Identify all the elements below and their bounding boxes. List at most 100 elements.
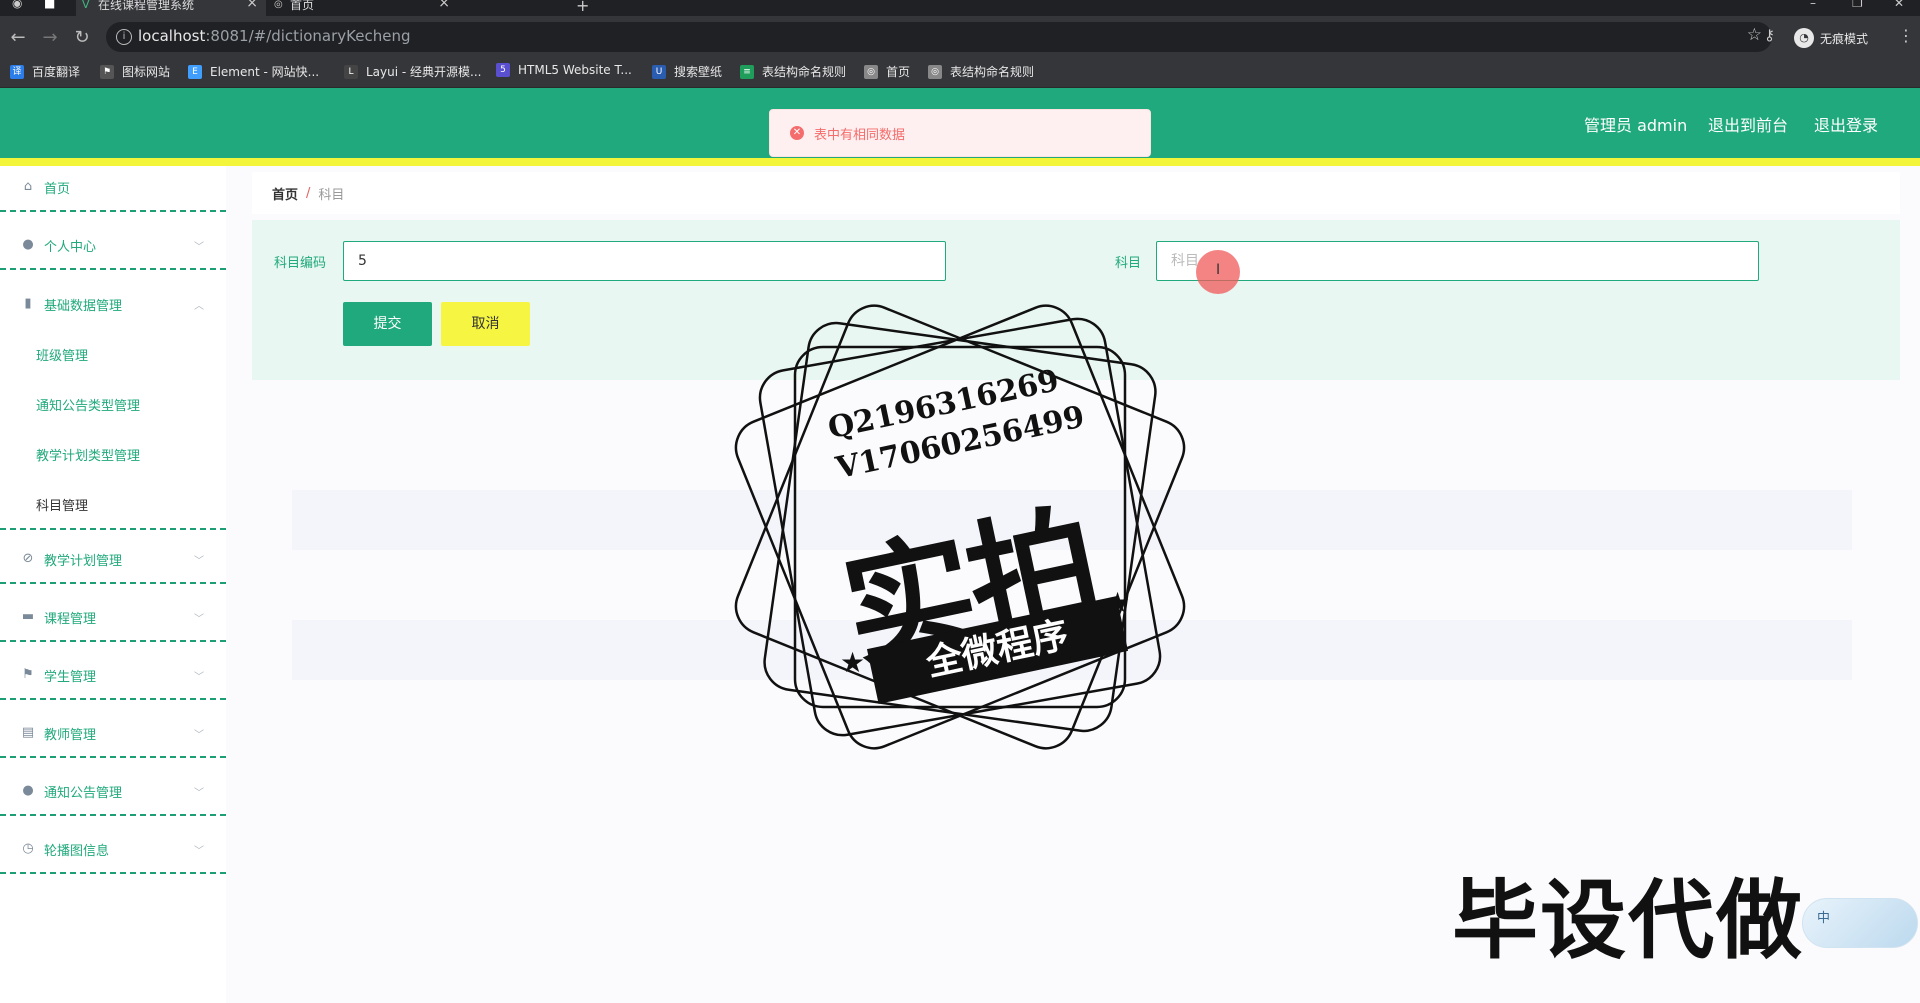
ime-mode-indicator: 中 — [1817, 911, 1831, 926]
bookmark-label: Layui - 经典开源模... — [366, 65, 482, 79]
sidebar-item-label: 基础数据管理 — [44, 298, 123, 314]
window-close-icon[interactable]: ✕ — [1894, 0, 1904, 10]
toast-message: 表中有相同数据 — [814, 127, 906, 143]
bookmark-label: 首页 — [886, 65, 911, 79]
click-indicator: I — [1196, 250, 1240, 294]
watermark-stamp: ★ ★ Q2196316269 V17060256499 实拍 全微程序 — [725, 292, 1195, 762]
browser-toolbar: ← → ↻ i localhost:8081/#/dictionaryKeche… — [0, 16, 1920, 62]
bookmark-item[interactable]: U 搜索壁纸 — [652, 63, 722, 80]
subject-code-input[interactable]: 5 — [343, 241, 946, 281]
plan-icon: ⊘ — [22, 551, 34, 566]
submenu-item-plan-type[interactable]: 教学计划类型管理 — [36, 445, 140, 464]
sidebar-item-student[interactable]: ⚑ 学生管理 ﹀ — [0, 652, 226, 700]
tab-course-system[interactable]: V 在线课程管理系统 × — [76, 0, 266, 16]
chrome-logo-icon: ◉ — [12, 0, 23, 10]
bookmark-item[interactable]: L Layui - 经典开源模... — [344, 63, 481, 80]
flag-icon: ⚑ — [22, 667, 34, 682]
submit-button[interactable]: 提交 — [343, 302, 432, 346]
chevron-down-icon: ﹀ — [194, 555, 204, 567]
globe-icon: ◎ — [864, 64, 878, 79]
url-path: :8081/#/dictionaryKecheng — [205, 27, 411, 45]
sidebar-item-label: 个人中心 — [44, 239, 97, 255]
globe-icon: ◎ — [928, 64, 942, 79]
home-icon: ⌂ — [23, 179, 33, 194]
chevron-down-icon: ﹀ — [194, 671, 204, 683]
incognito-profile[interactable]: ◔ 无痕模式 — [1794, 24, 1868, 52]
sidebar-item-teacher[interactable]: ▤ 教师管理 ﹀ — [0, 710, 226, 758]
sidebar-item-teaching-plan[interactable]: ⊘ 教学计划管理 ﹀ — [0, 536, 226, 584]
minimize-icon[interactable]: – — [1810, 0, 1816, 10]
close-icon[interactable]: × — [246, 0, 258, 10]
key-icon[interactable]: ⚷ — [1764, 26, 1775, 44]
maximize-icon[interactable]: ❐ — [1852, 0, 1863, 10]
error-toast: ✕ 表中有相同数据 — [769, 109, 1151, 157]
bookmark-label: Element - 网站快... — [210, 65, 320, 79]
info-icon[interactable]: i — [116, 29, 132, 45]
sidebar-item-label: 教师管理 — [44, 727, 97, 743]
back-icon[interactable]: ← — [6, 26, 30, 50]
chevron-down-icon: ﹀ — [194, 845, 204, 857]
bookmark-label: HTML5 Website T... — [518, 63, 632, 77]
tab-home[interactable]: ◎ 首页 × — [268, 0, 458, 16]
forward-icon[interactable]: → — [38, 26, 62, 50]
subject-code-label: 科目编码 — [274, 256, 327, 271]
text-cursor-icon: I — [1216, 262, 1221, 278]
wallpaper-icon: U — [652, 64, 666, 79]
submenu-item-class[interactable]: 班级管理 — [36, 345, 88, 364]
bookmark-item[interactable]: E Element - 网站快... — [188, 63, 319, 80]
user-icon: ● — [22, 237, 34, 252]
bookmark-label: 表结构命名规则 — [762, 65, 847, 79]
sidebar-item-basic-data[interactable]: ▮ 基础数据管理 ︿ — [0, 280, 226, 328]
breadcrumb-current: 科目 — [318, 187, 345, 203]
close-icon[interactable]: × — [438, 0, 450, 10]
clipboard-icon: ▤ — [21, 725, 35, 740]
submenu-item-subject[interactable]: 科目管理 — [36, 495, 88, 514]
flag-icon: ⚑ — [100, 64, 114, 79]
more-menu-icon[interactable]: ⋮ — [1898, 26, 1914, 45]
address-bar[interactable]: i localhost:8081/#/dictionaryKecheng ☆ — [106, 22, 1772, 52]
bookmark-item[interactable]: 5 HTML5 Website T... — [496, 63, 632, 77]
subject-input[interactable]: 科目 — [1156, 241, 1759, 281]
bookmark-label: 图标网站 — [122, 65, 171, 79]
bookmark-label: 表结构命名规则 — [950, 65, 1035, 79]
submenu-item-notice-type[interactable]: 通知公告类型管理 — [36, 395, 140, 414]
new-tab-icon[interactable]: + — [576, 0, 589, 15]
bookmark-item[interactable]: ◎ 表结构命名规则 — [928, 63, 1034, 80]
bookmark-item[interactable]: ⚑ 图标网站 — [100, 63, 170, 80]
breadcrumb-home[interactable]: 首页 — [272, 184, 298, 203]
cancel-button[interactable]: 取消 — [441, 302, 530, 346]
sidebar-item-label: 轮播图信息 — [44, 843, 110, 859]
error-icon: ✕ — [790, 126, 804, 140]
layui-icon: L — [344, 64, 358, 79]
exit-to-front-link[interactable]: 退出到前台 — [1708, 112, 1788, 136]
sidebar-item-home[interactable]: ⌂ 首页 — [0, 164, 226, 212]
briefcase-icon: ▬ — [21, 609, 35, 624]
sidebar-item-notice[interactable]: ● 通知公告管理 ﹀ — [0, 768, 226, 816]
sidebar-item-course[interactable]: ▬ 课程管理 ﹀ — [0, 594, 226, 642]
url-host: localhost — [138, 27, 206, 45]
sidebar-item-personal-center[interactable]: ● 个人中心 ﹀ — [0, 222, 226, 270]
sidebar-item-carousel[interactable]: ◷ 轮播图信息 ﹀ — [0, 826, 226, 874]
tab-list-icon[interactable]: ■ — [44, 0, 55, 10]
bookmark-star-icon[interactable]: ☆ — [1747, 25, 1762, 45]
sidebar-divider — [0, 528, 226, 530]
bookmark-item[interactable]: 译百度翻译 — [10, 63, 80, 80]
bookmark-item[interactable]: ◎ 首页 — [864, 63, 910, 80]
bookmark-label: 百度翻译 — [32, 65, 81, 79]
watermark-bottom-text: 毕设代做 — [1452, 871, 1804, 971]
translate-icon: 译 — [10, 64, 24, 79]
reload-icon[interactable]: ↻ — [70, 26, 94, 50]
bookmark-item[interactable]: ≡ 表结构命名规则 — [740, 63, 846, 80]
tab-title: 在线课程管理系统 — [98, 0, 195, 12]
user-icon: ● — [22, 783, 34, 798]
breadcrumb-separator: / — [306, 185, 311, 201]
logout-link[interactable]: 退出登录 — [1814, 112, 1878, 136]
incognito-label: 无痕模式 — [1820, 31, 1869, 46]
browser-tab-strip: ◉ ■ V 在线课程管理系统 × ◎ 首页 × + – ❐ ✕ — [0, 0, 1920, 16]
chevron-down-icon: ﹀ — [194, 613, 204, 625]
bookmark-label: 搜索壁纸 — [674, 65, 723, 79]
element-icon: E — [188, 64, 202, 79]
chevron-down-icon: ﹀ — [194, 729, 204, 741]
vue-icon: V — [82, 0, 90, 11]
ime-floating-bar[interactable]: 中 — [1802, 898, 1918, 948]
